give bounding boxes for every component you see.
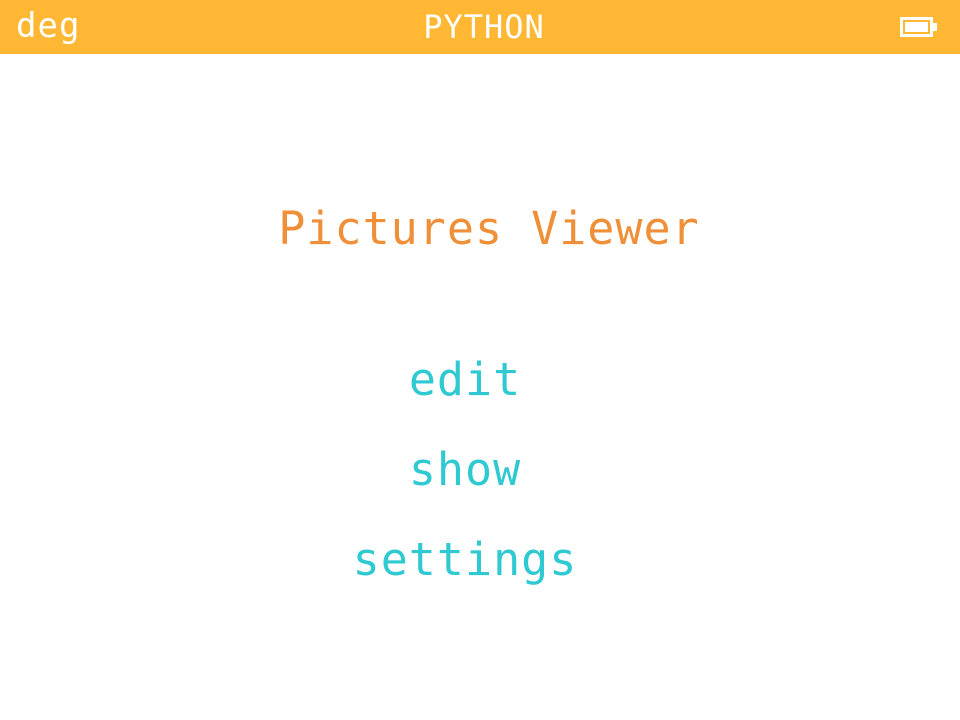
page-title: Pictures Viewer <box>278 202 700 255</box>
active-app-name: PYTHON <box>423 8 545 46</box>
status-bar: deg PYTHON <box>0 0 960 54</box>
menu-item-show[interactable]: show <box>0 443 930 497</box>
menu-item-edit[interactable]: edit <box>0 353 930 407</box>
menu-item-settings[interactable]: settings <box>0 533 930 587</box>
calculator-screen: deg PYTHON Pictures Viewer edit show set… <box>0 0 960 720</box>
battery-full-icon <box>900 17 937 37</box>
